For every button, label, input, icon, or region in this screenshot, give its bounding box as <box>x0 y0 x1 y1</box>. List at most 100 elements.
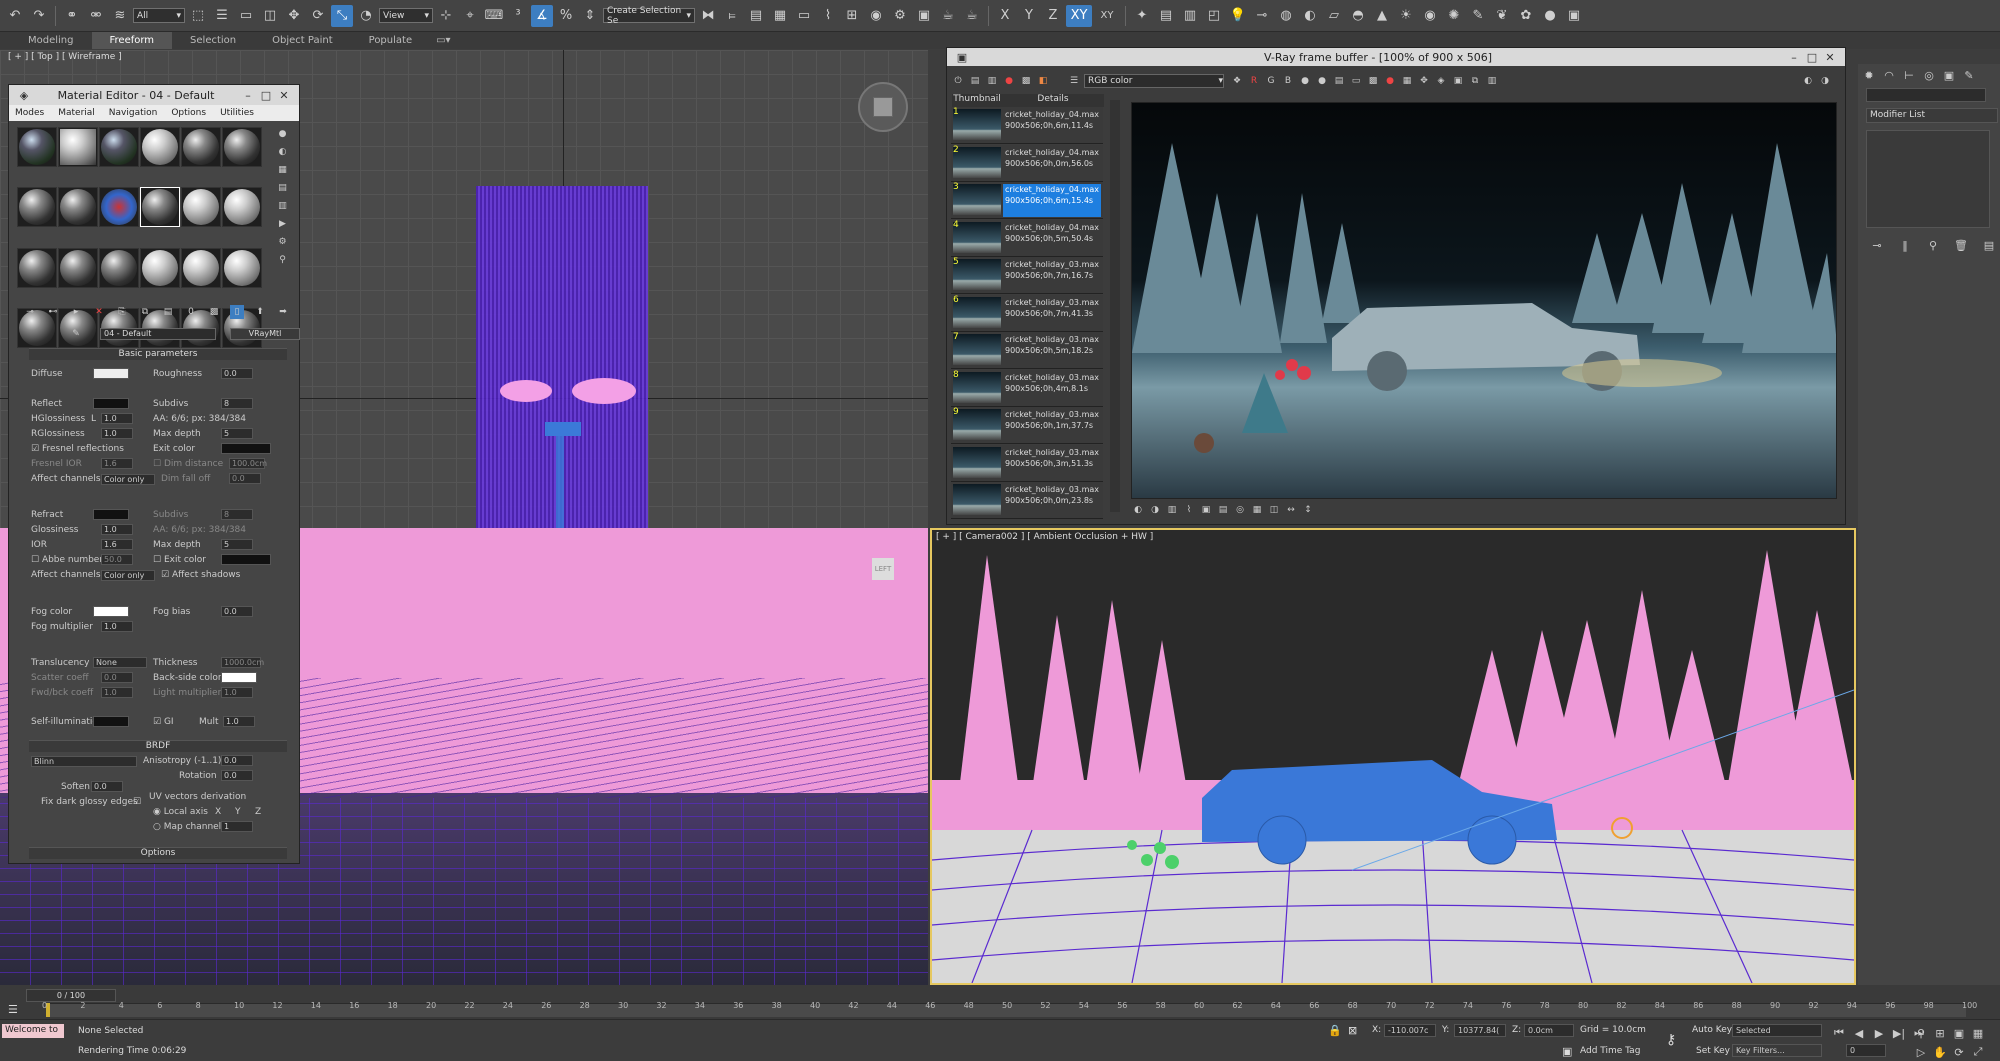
mirror-icon[interactable]: ⧓ <box>697 5 719 27</box>
viewport-camera-label[interactable]: [ + ] [ Camera002 ] [ Ambient Occlusion … <box>936 532 1153 542</box>
axis-x-button[interactable]: X <box>994 5 1016 27</box>
abbe-checkbox[interactable]: ☐ Abbe number <box>31 555 103 565</box>
named-selection-set-dropdown[interactable]: Create Selection Se ▾ <box>603 6 695 26</box>
key-filters-button[interactable]: Key Filters... <box>1732 1044 1822 1057</box>
basic-parameters-header[interactable]: Basic parameters <box>29 348 287 360</box>
sample-slot[interactable] <box>181 187 221 228</box>
max-depth-spinner[interactable]: 5 <box>221 428 253 439</box>
backside-color-swatch[interactable] <box>221 672 257 683</box>
window-crossing-icon[interactable]: ◫ <box>259 5 281 27</box>
history-item[interactable]: 9 cricket_holiday_03.max 900x506;0h,1m,37.… <box>951 407 1103 444</box>
history-item[interactable]: 5 cricket_holiday_03.max 900x506;0h,7m,16.… <box>951 257 1103 294</box>
viewcube-left[interactable]: LEFT <box>872 558 894 580</box>
select-object-icon[interactable]: ⬚ <box>187 5 209 27</box>
material-editor-titlebar[interactable]: ◈ Material Editor - 04 - Default – □ ✕ <box>9 85 299 105</box>
vray-proxy-icon[interactable]: ◰ <box>1203 5 1225 27</box>
history-save-icon[interactable]: ▤ <box>968 74 982 88</box>
mono-icon[interactable]: ● <box>1315 74 1329 88</box>
axis-xy-cycle-button[interactable]: XY <box>1094 5 1120 27</box>
history-item[interactable]: 4 cricket_holiday_04.max 900x506;0h,5m,50.… <box>951 219 1103 257</box>
backlight-icon[interactable]: ◐ <box>276 145 290 159</box>
color-correct-icon[interactable]: ◐ <box>1131 503 1145 517</box>
hgloss-lock[interactable]: L <box>91 414 96 424</box>
brdf-header[interactable]: BRDF <box>29 740 287 752</box>
x-coordinate-field[interactable]: -110.007c <box>1384 1024 1436 1037</box>
refract-exit-swatch[interactable] <box>221 554 271 565</box>
time-slider[interactable]: 0 / 100 <box>26 989 116 1002</box>
material-id-icon[interactable]: 0 <box>184 305 198 319</box>
dim-distance-spinner[interactable]: 100.0cm <box>229 458 267 469</box>
viewport-camera[interactable]: [ + ] [ Camera002 ] [ Ambient Occlusion … <box>930 528 1856 985</box>
red-channel-button[interactable]: R <box>1247 74 1261 88</box>
history-item[interactable]: 2 cricket_holiday_04.max 900x506;0h,0m,56.… <box>951 144 1103 182</box>
sample-slot[interactable] <box>17 127 57 167</box>
next-frame-icon[interactable]: ▶| <box>1890 1024 1908 1042</box>
affect-shadows-checkbox[interactable]: ☑ Affect shadows <box>161 570 240 580</box>
diffuse-swatch[interactable] <box>93 368 129 379</box>
sample-slot[interactable] <box>99 247 139 288</box>
reset-map-icon[interactable]: ✕ <box>92 305 106 319</box>
render-interactive-icon[interactable]: ◑ <box>1818 74 1832 88</box>
sample-slot[interactable] <box>58 247 98 288</box>
refract-affect-dropdown[interactable]: Color only <box>101 570 155 581</box>
keyboard-shortcut-icon[interactable]: ⌨ <box>483 5 505 27</box>
map-channel-spinner[interactable]: 1 <box>221 821 253 832</box>
ab-vertical-icon[interactable]: ↕ <box>1301 503 1315 517</box>
render-iterative-icon[interactable]: ☕ <box>961 5 983 27</box>
bg-image-icon[interactable]: ▣ <box>1199 503 1213 517</box>
history-item[interactable]: 7 cricket_holiday_03.max 900x506;0h,5m,18.… <box>951 332 1103 369</box>
maximize-icon[interactable]: □ <box>257 89 275 102</box>
snaps-toggle-icon[interactable]: ³ <box>507 5 529 27</box>
abbe-spinner[interactable]: 50.0 <box>101 554 133 565</box>
sample-slot[interactable] <box>17 247 57 288</box>
hglossiness-spinner[interactable]: 1.0 <box>101 413 133 424</box>
light-multiplier-spinner[interactable]: 1.0 <box>221 687 253 698</box>
vray-frame-buffer-icon[interactable]: ▤ <box>1155 5 1177 27</box>
vray-fur-icon[interactable]: ▲ <box>1371 5 1393 27</box>
anisotropy-spinner[interactable]: 0.0 <box>221 755 253 766</box>
vray-sun-icon[interactable]: ☀ <box>1395 5 1417 27</box>
set-key-button[interactable]: Set Key <box>1696 1046 1730 1056</box>
selection-filter-dropdown[interactable]: All ▾ <box>133 8 185 23</box>
rendered-frame-window-icon[interactable]: ▣ <box>913 5 935 27</box>
sample-slot[interactable] <box>58 187 98 228</box>
stereo-icon[interactable]: ◫ <box>1267 503 1281 517</box>
copy-material-icon[interactable]: ⎘ <box>115 305 129 319</box>
menu-material[interactable]: Material <box>58 108 95 118</box>
tab-freeform[interactable]: Freeform <box>91 32 173 49</box>
copy-vfb-icon[interactable]: ⧉ <box>1468 74 1482 88</box>
move-icon[interactable]: ✥ <box>283 5 305 27</box>
go-to-start-icon[interactable]: ⏮ <box>1830 1024 1848 1042</box>
fresnel-ior-spinner[interactable]: 1.6 <box>101 458 133 469</box>
current-frame-field[interactable]: 0 <box>1846 1044 1886 1057</box>
lens-icon[interactable]: ▥ <box>1485 74 1499 88</box>
sample-slot[interactable] <box>140 187 180 228</box>
object-name-field[interactable] <box>1866 88 1986 102</box>
background-icon[interactable]: ▦ <box>276 163 290 177</box>
vray-mesh-icon[interactable]: ◉ <box>1419 5 1441 27</box>
local-axis-radio[interactable]: ◉ Local axis <box>153 807 208 817</box>
load-image-icon[interactable]: ▭ <box>1349 74 1363 88</box>
history-delete-icon[interactable]: ▩ <box>1019 74 1033 88</box>
render-production-icon[interactable]: ☕ <box>937 5 959 27</box>
rotation-spinner[interactable]: 0.0 <box>221 770 253 781</box>
zoom-extents-icon[interactable]: ▣ <box>1950 1024 1968 1042</box>
select-by-name-icon[interactable]: ☰ <box>211 5 233 27</box>
sample-slot[interactable] <box>58 127 98 167</box>
history-record-icon[interactable]: ● <box>1002 74 1016 88</box>
map-channel-radio[interactable]: ○ Map channel <box>153 822 221 832</box>
rglossiness-spinner[interactable]: 1.0 <box>101 428 133 439</box>
place-icon[interactable]: ◔ <box>355 5 377 27</box>
sample-slot[interactable] <box>181 247 221 288</box>
vray-plane-icon[interactable]: ▱ <box>1323 5 1345 27</box>
fog-bias-spinner[interactable]: 0.0 <box>221 606 253 617</box>
play-icon[interactable]: ▶ <box>1870 1024 1888 1042</box>
ribbon-options-icon[interactable]: ▭▾ <box>430 32 456 49</box>
rect-selection-icon[interactable]: ▭ <box>235 5 257 27</box>
auto-key-button[interactable]: Auto Key <box>1692 1025 1732 1035</box>
undo-icon[interactable]: ↶ <box>4 5 26 27</box>
refract-exit-checkbox[interactable]: ☐ Exit color <box>153 555 206 565</box>
maximize-icon[interactable]: □ <box>1803 51 1821 64</box>
color-picker-icon[interactable]: ❖ <box>1230 74 1244 88</box>
tab-selection[interactable]: Selection <box>172 32 254 49</box>
